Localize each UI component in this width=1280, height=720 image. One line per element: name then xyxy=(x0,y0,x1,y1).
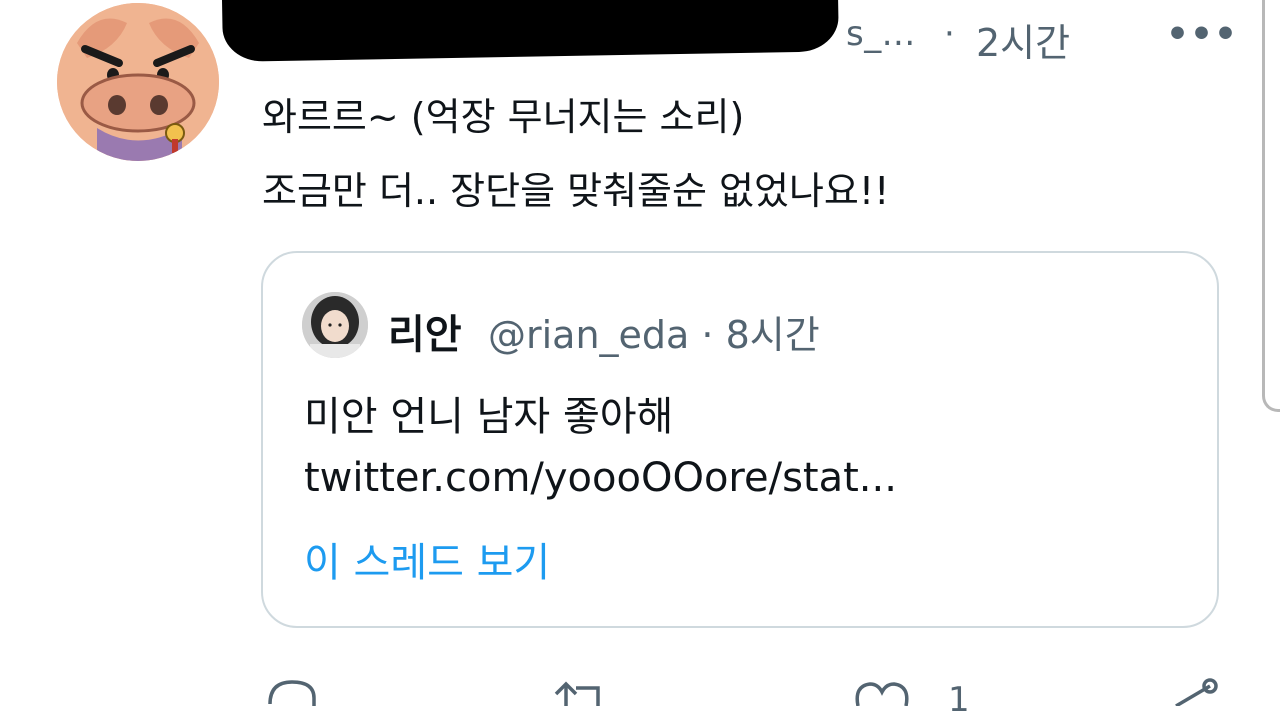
scrollbar[interactable] xyxy=(1262,0,1280,412)
reply-icon[interactable] xyxy=(262,676,322,706)
like-icon[interactable] xyxy=(852,676,912,706)
separator-dot: · xyxy=(944,14,955,54)
share-icon[interactable] xyxy=(1166,676,1222,706)
quoted-tweet-text: 미안 언니 남자 좋아해 xyxy=(304,394,674,440)
show-thread-link[interactable]: 이 스레드 보기 xyxy=(304,530,550,588)
pig-avatar-image xyxy=(57,3,219,161)
retweet-icon[interactable] xyxy=(552,676,612,706)
quoted-tweet-link[interactable]: twitter.com/yoooOOore/stat... xyxy=(304,455,897,501)
quoted-avatar-image xyxy=(302,292,368,358)
quoted-author-name[interactable]: 리안 xyxy=(388,302,462,360)
tweet-timestamp[interactable]: 2시간 xyxy=(976,12,1070,67)
tweet-text-line-1: 와르르~ (억장 무너지는 소리) xyxy=(262,95,745,139)
author-handle[interactable]: s_... xyxy=(846,14,916,54)
quoted-handle-time[interactable]: @rian_eda · 8시간 xyxy=(488,304,820,359)
redacted-name xyxy=(222,0,839,62)
like-count: 1 xyxy=(948,680,970,720)
author-avatar[interactable] xyxy=(57,3,219,161)
tweet-text-line-2: 조금만 더.. 장단을 맞춰줄순 없었나요!! xyxy=(262,169,890,213)
more-icon[interactable]: ••• xyxy=(1166,14,1238,55)
quoted-author-avatar[interactable] xyxy=(302,292,368,358)
